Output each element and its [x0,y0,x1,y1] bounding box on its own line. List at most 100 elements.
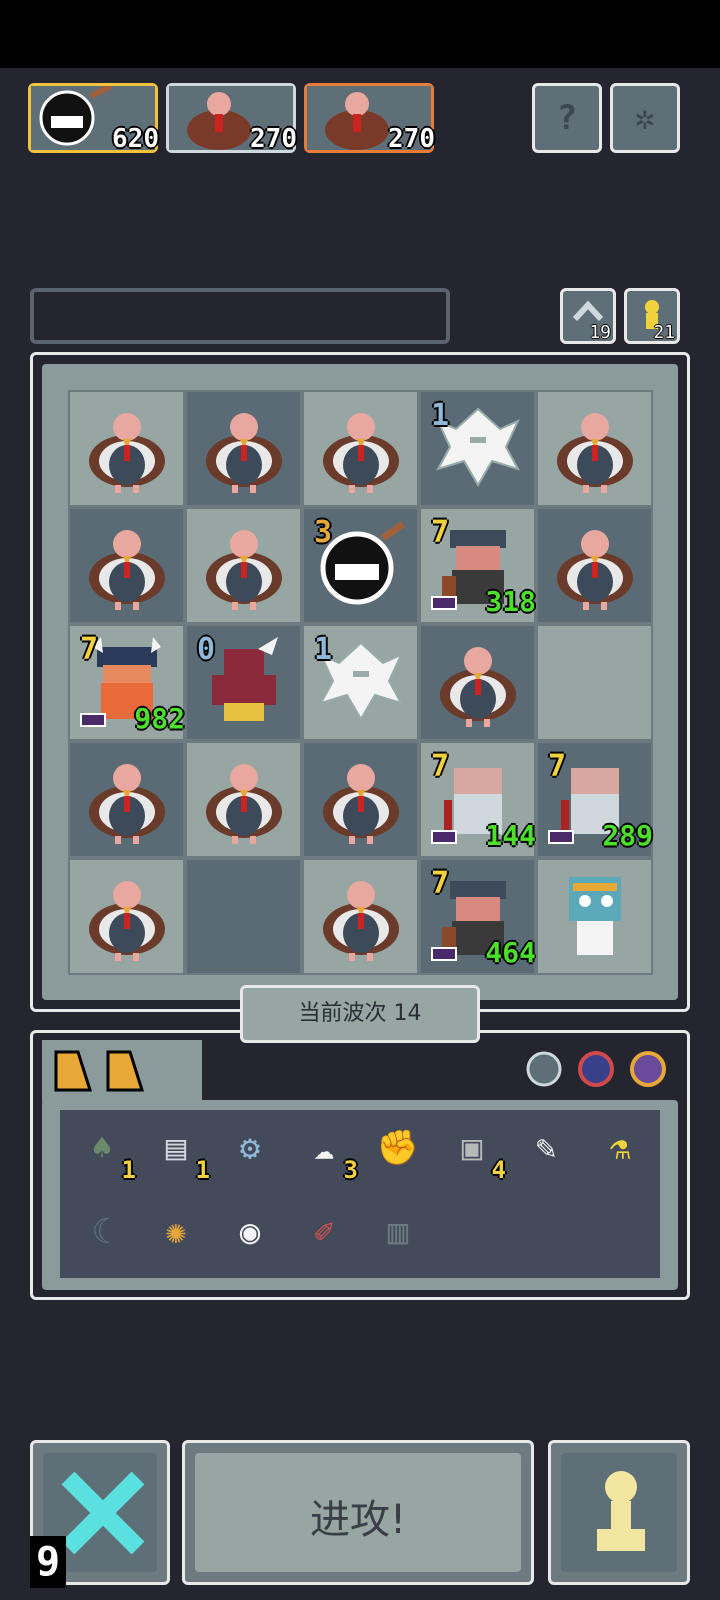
turkey-icon [79,750,175,850]
unit-hp: 144 [485,819,536,852]
turkey-icon [196,516,292,616]
item-count: 1 [121,1156,136,1184]
network-icon[interactable]: ⚙ [220,1118,280,1178]
turkey-icon [79,867,175,967]
radio-icon[interactable]: ▥ [368,1202,428,1262]
board-cell-empty[interactable] [185,858,302,975]
unit-level: 7 [431,866,450,901]
unit-hp: 289 [602,819,653,852]
board-cell-turkey[interactable] [302,741,419,858]
board-cell-dwarf[interactable]: 7 464 [419,858,536,975]
item-count: 4 [491,1156,506,1184]
board-cell-turkey[interactable] [536,507,653,624]
hood-icon[interactable]: ♠ 1 [72,1118,136,1184]
unit-status-bar [431,830,457,844]
potion-icon[interactable]: ⚗ [590,1118,650,1178]
syringe-icon[interactable]: ✐ [294,1202,354,1262]
board-cell-ghost[interactable]: 1 [419,390,536,507]
board-cell-chomper[interactable]: 3 [302,507,419,624]
turkey-icon [547,399,643,499]
undo-count: 19 [589,322,611,343]
turkey-icon [430,633,526,733]
turkey-icon [79,399,175,499]
unit-level: 7 [431,749,450,784]
unit-status-bar [431,596,457,610]
party-portrait-value: 270 [250,124,297,154]
turkey-icon [196,399,292,499]
unit-hp: 318 [485,585,536,618]
board-cell-turkey[interactable] [68,741,185,858]
unit-hp: 982 [134,702,185,735]
board-cell-empty[interactable] [536,624,653,741]
unit-level: 1 [431,398,450,433]
undo-button[interactable]: 19 [560,288,616,344]
board-cell-turkey[interactable] [185,390,302,507]
unit-level: 3 [314,515,333,550]
item-count: 3 [343,1156,358,1184]
board-cell-dwarf[interactable]: 7 318 [419,507,536,624]
turkey-icon [547,516,643,616]
board-cell-turkey[interactable] [302,858,419,975]
unit-hp: 464 [485,936,536,969]
board-cell-turkey[interactable] [68,390,185,507]
pawn-button[interactable] [548,1440,690,1585]
party-portrait-1[interactable]: 620 [28,83,159,154]
board-cell-turkey[interactable] [185,741,302,858]
resource-icons [54,1050,145,1092]
unit-level: 0 [197,632,216,667]
unit-level: 1 [314,632,333,667]
unit-level: 7 [548,749,567,784]
relic-icons [526,1051,666,1087]
name-bar [30,288,450,344]
reserve-count: 21 [653,322,675,343]
turkey-icon [313,867,409,967]
board-grid: 1 3 7 318 7 982 0 1 7 144 7 289 7 464 [68,390,653,975]
unit-level: 7 [80,632,99,667]
attack-label: 进攻! [309,1497,407,1543]
turkey-icon [79,516,175,616]
board-cell-turkey[interactable] [185,507,302,624]
remaining-moves: 9 [30,1536,66,1588]
zombie-icon [547,867,643,967]
party-portrait-value: 620 [112,124,159,154]
turkey-icon [313,399,409,499]
scroll-icon[interactable]: ▤ 1 [146,1118,210,1184]
feather-icon[interactable]: ✎ [516,1118,576,1178]
inventory-grid: ♠ 1 ▤ 1 ⚙ ☁ 3 ✊ ▣ 4 ✎ ⚗ ☾ ✺ ◉ ✐ ▥ [60,1110,660,1278]
machine-icon[interactable]: ▣ 4 [442,1118,506,1184]
inventory-tab[interactable] [42,1040,202,1102]
board-cell-elder[interactable]: 7 289 [536,741,653,858]
board-cell-turkey[interactable] [302,390,419,507]
party-portrait-3[interactable]: 270 [304,83,435,154]
unit-status-bar [80,713,106,727]
close-icon [61,1471,145,1555]
party-portrait-2[interactable]: 270 [166,83,297,154]
board-cell-demon[interactable]: 0 [185,624,302,741]
turkey-icon [313,750,409,850]
status-bar [0,0,720,68]
board-cell-turkey[interactable] [536,390,653,507]
board-cell-turkey[interactable] [419,624,536,741]
cloud-icon[interactable]: ☁ 3 [294,1118,358,1184]
party-portrait-value: 270 [388,124,435,154]
flame-icon[interactable]: ✺ [146,1202,206,1262]
attack-button[interactable]: 进攻! [182,1440,534,1585]
reserve-button[interactable]: 21 [624,288,680,344]
relic-slots [520,1045,680,1093]
board-cell-elder[interactable]: 7 144 [419,741,536,858]
eye-icon[interactable]: ◉ [220,1202,280,1262]
board-cell-turkey[interactable] [68,507,185,624]
crescent-icon[interactable]: ☾ [72,1202,132,1262]
unit-level: 7 [431,515,450,550]
pawn-icon [597,1471,645,1551]
unit-status-bar [548,830,574,844]
board-cell-zombie[interactable] [536,858,653,975]
wave-label: 当前波次 14 [240,985,480,1043]
turkey-icon [196,750,292,850]
help-button[interactable]: ? [532,83,602,153]
board-cell-turkey[interactable] [68,858,185,975]
settings-button[interactable]: ✲ [610,83,680,153]
board-cell-ghost[interactable]: 1 [302,624,419,741]
board-cell-viking[interactable]: 7 982 [68,624,185,741]
gauntlet-icon[interactable]: ✊ [368,1118,428,1178]
